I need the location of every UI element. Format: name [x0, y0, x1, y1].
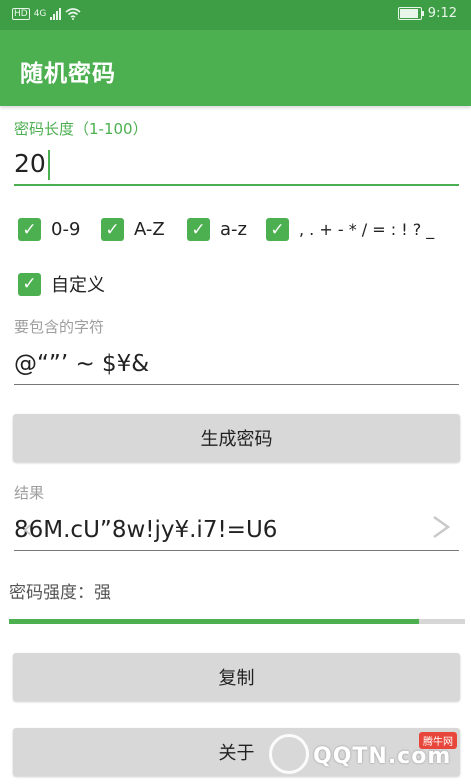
- checkbox-lowercase[interactable]: ✓ a-z: [187, 218, 247, 241]
- length-label: 密码长度（1-100）: [14, 120, 148, 138]
- status-right: 9:12: [397, 6, 457, 21]
- strength-progress-bar: [9, 619, 465, 624]
- hd-icon: HD: [12, 8, 30, 20]
- chevron-left-icon: ‹: [22, 512, 34, 545]
- result-field[interactable]: 86M.cU”8w!jy¥.i7!=U6: [14, 510, 459, 551]
- custom-chars-label: 要包含的字符: [14, 318, 105, 336]
- custom-chars-input[interactable]: @“”’ ~ $¥&: [14, 344, 459, 385]
- checkbox-symbols[interactable]: ✓ , . + - * / = : ! ? _: [266, 218, 434, 241]
- length-input[interactable]: 20: [14, 144, 459, 186]
- result-label: 结果: [14, 484, 45, 502]
- checkbox-uppercase[interactable]: ✓ A-Z: [101, 218, 165, 241]
- status-time: 9:12: [427, 6, 457, 21]
- watermark-badge: 腾牛网: [419, 732, 457, 749]
- checkmark-icon: ✓: [101, 218, 124, 241]
- checkbox-lowercase-label: a-z: [220, 219, 247, 240]
- checkbox-uppercase-label: A-Z: [134, 219, 165, 240]
- password-strength-text: 密码强度：强: [9, 583, 111, 603]
- checkbox-custom[interactable]: ✓ 自定义: [18, 271, 105, 297]
- strength-progress-fill: [9, 619, 420, 624]
- checkbox-custom-label: 自定义: [51, 275, 105, 296]
- checkbox-digits[interactable]: ✓ 0-9: [18, 218, 80, 241]
- checkmark-icon: ✓: [18, 218, 41, 241]
- checkmark-icon: ✓: [18, 272, 41, 296]
- status-bar: HD 4G 9:12: [0, 0, 471, 30]
- app-title: 随机密码: [20, 61, 116, 87]
- chevron-right-icon: [433, 515, 451, 539]
- network-type: 4G: [33, 9, 47, 19]
- battery-icon: [397, 7, 424, 20]
- copy-button[interactable]: 复制: [13, 653, 460, 701]
- watermark-emblem-icon: [269, 734, 309, 774]
- text-caret: [47, 150, 50, 180]
- wifi-icon: [65, 8, 81, 20]
- screen: HD 4G 9:12 随机密码 密码长度（1-100） 20 ✓ 0-9 ✓ A: [0, 0, 471, 784]
- app-bar: 随机密码: [0, 30, 471, 106]
- checkmark-icon: ✓: [266, 218, 289, 241]
- length-value: 20: [14, 149, 46, 178]
- status-left: HD 4G: [12, 8, 81, 20]
- signal-icon: [50, 8, 62, 20]
- checkbox-symbols-label: , . + - * / = : ! ? _: [299, 220, 435, 239]
- generate-password-button[interactable]: 生成密码: [13, 414, 460, 462]
- checkmark-icon: ✓: [187, 218, 210, 241]
- checkbox-digits-label: 0-9: [51, 219, 81, 240]
- watermark-logo: QQTN.com 腾牛网: [263, 732, 463, 780]
